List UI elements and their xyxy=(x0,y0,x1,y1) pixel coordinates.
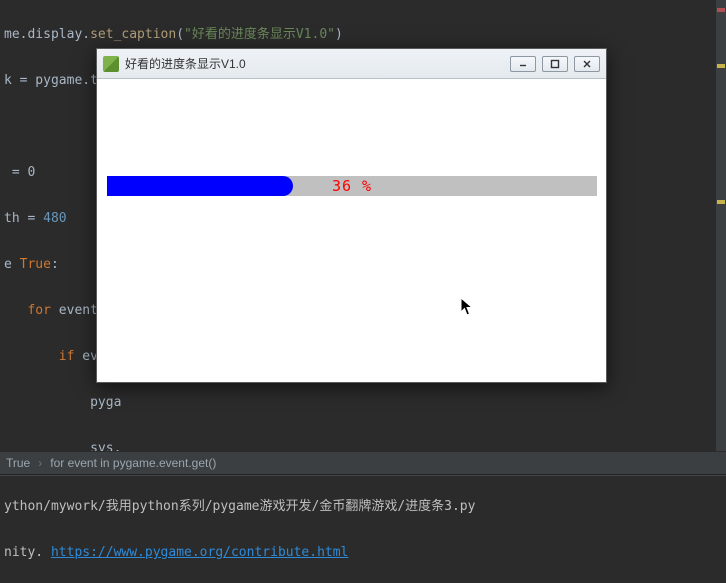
code-text: : xyxy=(51,257,59,272)
code-text: "好看的进度条显示V1.0" xyxy=(184,27,335,42)
code-text: th = xyxy=(4,211,43,226)
run-console[interactable]: ython/mywork/我用python系列/pygame游戏开发/金币翻牌游… xyxy=(0,475,726,583)
code-text: True xyxy=(20,257,51,272)
close-button[interactable] xyxy=(574,56,600,72)
window-client-area: 36 % xyxy=(97,79,606,382)
window-title: 好看的进度条显示V1.0 xyxy=(125,55,504,72)
chevron-right-icon: › xyxy=(38,456,42,470)
progress-window: 好看的进度条显示V1.0 36 % xyxy=(96,48,607,383)
minimize-button[interactable] xyxy=(510,56,536,72)
warning-marker[interactable] xyxy=(717,64,725,68)
contribute-link[interactable]: https://www.pygame.org/contribute.html xyxy=(51,545,348,560)
breadcrumb-item[interactable]: True xyxy=(6,456,30,470)
warning-marker[interactable] xyxy=(717,200,725,204)
error-marker[interactable] xyxy=(717,8,725,12)
code-text: e xyxy=(4,257,20,272)
code-text: pyga xyxy=(90,395,121,410)
code-text: for xyxy=(27,303,50,318)
code-text: if xyxy=(59,349,75,364)
console-line: nity. https://www.pygame.org/contribute.… xyxy=(4,542,722,564)
app-icon xyxy=(103,56,119,72)
code-text: ) xyxy=(335,27,343,42)
breadcrumb: True › for event in pygame.event.get() xyxy=(0,451,726,475)
code-text: 480 xyxy=(43,211,66,226)
code-text: set_caption xyxy=(90,27,176,42)
console-text: nity. xyxy=(4,545,51,560)
progress-label: 36 % xyxy=(97,176,607,196)
maximize-button[interactable] xyxy=(542,56,568,72)
code-text: ( xyxy=(176,27,184,42)
run-script-path: ython/mywork/我用python系列/pygame游戏开发/金币翻牌游… xyxy=(4,496,722,518)
breadcrumb-item[interactable]: for event in pygame.event.get() xyxy=(50,456,216,470)
code-text: me.display. xyxy=(4,27,90,42)
window-controls xyxy=(510,56,600,72)
code-text: = 0 xyxy=(4,165,35,180)
editor-marker-gutter[interactable] xyxy=(716,0,726,475)
titlebar[interactable]: 好看的进度条显示V1.0 xyxy=(97,49,606,79)
